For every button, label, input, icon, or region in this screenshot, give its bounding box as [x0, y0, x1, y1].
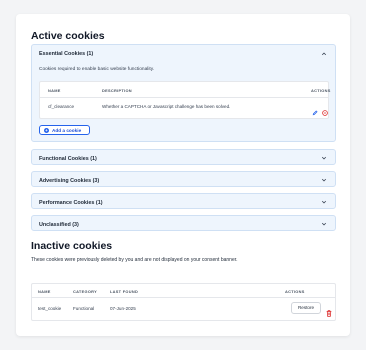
col-actions: ACTIONS [311, 88, 331, 93]
accordion-unclassified-title: Unclassified (3) [39, 222, 79, 228]
table-divider [40, 97, 328, 98]
col-category: CATEGORY [73, 289, 98, 294]
table-divider [32, 297, 335, 298]
inactive-cookies-heading: Inactive cookies [31, 240, 113, 252]
inactive-cookie-category: Functional [73, 306, 95, 311]
col-actions: ACTIONS [285, 289, 305, 294]
accordion-functional[interactable]: Functional Cookies (1) [31, 149, 336, 165]
remove-circle-icon[interactable] [322, 103, 328, 116]
add-cookie-label: Add a cookie [52, 128, 82, 133]
chevron-down-icon [321, 221, 327, 227]
inactive-cookie-last-found: 07-Jun-2025 [110, 306, 136, 311]
add-cookie-button[interactable]: + Add a cookie [39, 125, 90, 135]
accordion-advertising[interactable]: Advertising Cookies (3) [31, 171, 336, 187]
col-name: NAME [48, 88, 61, 93]
accordion-advertising-title: Advertising Cookies (3) [39, 178, 100, 184]
accordion-unclassified[interactable]: Unclassified (3) [31, 215, 336, 231]
accordion-essential-title[interactable]: Essential Cookies (1) [39, 51, 93, 57]
active-cookies-heading: Active cookies [31, 30, 105, 42]
accordion-performance[interactable]: Performance Cookies (1) [31, 193, 336, 209]
inactive-cookies-table: NAME CATEGORY LAST FOUND ACTIONS test_co… [31, 283, 336, 321]
accordion-essential: Essential Cookies (1) Cookies required t… [31, 44, 336, 142]
cookie-settings-card: Active cookies Essential Cookies (1) Coo… [16, 14, 350, 336]
chevron-up-icon[interactable] [321, 51, 327, 57]
cookie-name: cf_clearance [48, 104, 75, 109]
trash-icon[interactable] [326, 304, 332, 317]
essential-description: Cookies required to enable basic website… [39, 67, 155, 72]
inactive-cookie-name: test_cookie [38, 306, 62, 311]
col-last-found: LAST FOUND [110, 289, 139, 294]
accordion-performance-title: Performance Cookies (1) [39, 200, 103, 206]
inactive-cookies-description: These cookies were previously deleted by… [31, 257, 238, 263]
restore-button[interactable]: Restore [291, 302, 321, 314]
col-description: DESCRIPTION [102, 88, 132, 93]
chevron-down-icon [321, 155, 327, 161]
pencil-icon[interactable] [312, 103, 318, 116]
cookie-description: Whether a CAPTCHA or Javascript challeng… [102, 104, 231, 109]
chevron-down-icon [321, 177, 327, 183]
essential-cookies-table: NAME DESCRIPTION ACTIONS cf_clearance Wh… [39, 81, 331, 119]
col-name: NAME [38, 289, 51, 294]
plus-circle-icon: + [44, 128, 49, 133]
chevron-down-icon [321, 199, 327, 205]
accordion-functional-title: Functional Cookies (1) [39, 156, 97, 162]
